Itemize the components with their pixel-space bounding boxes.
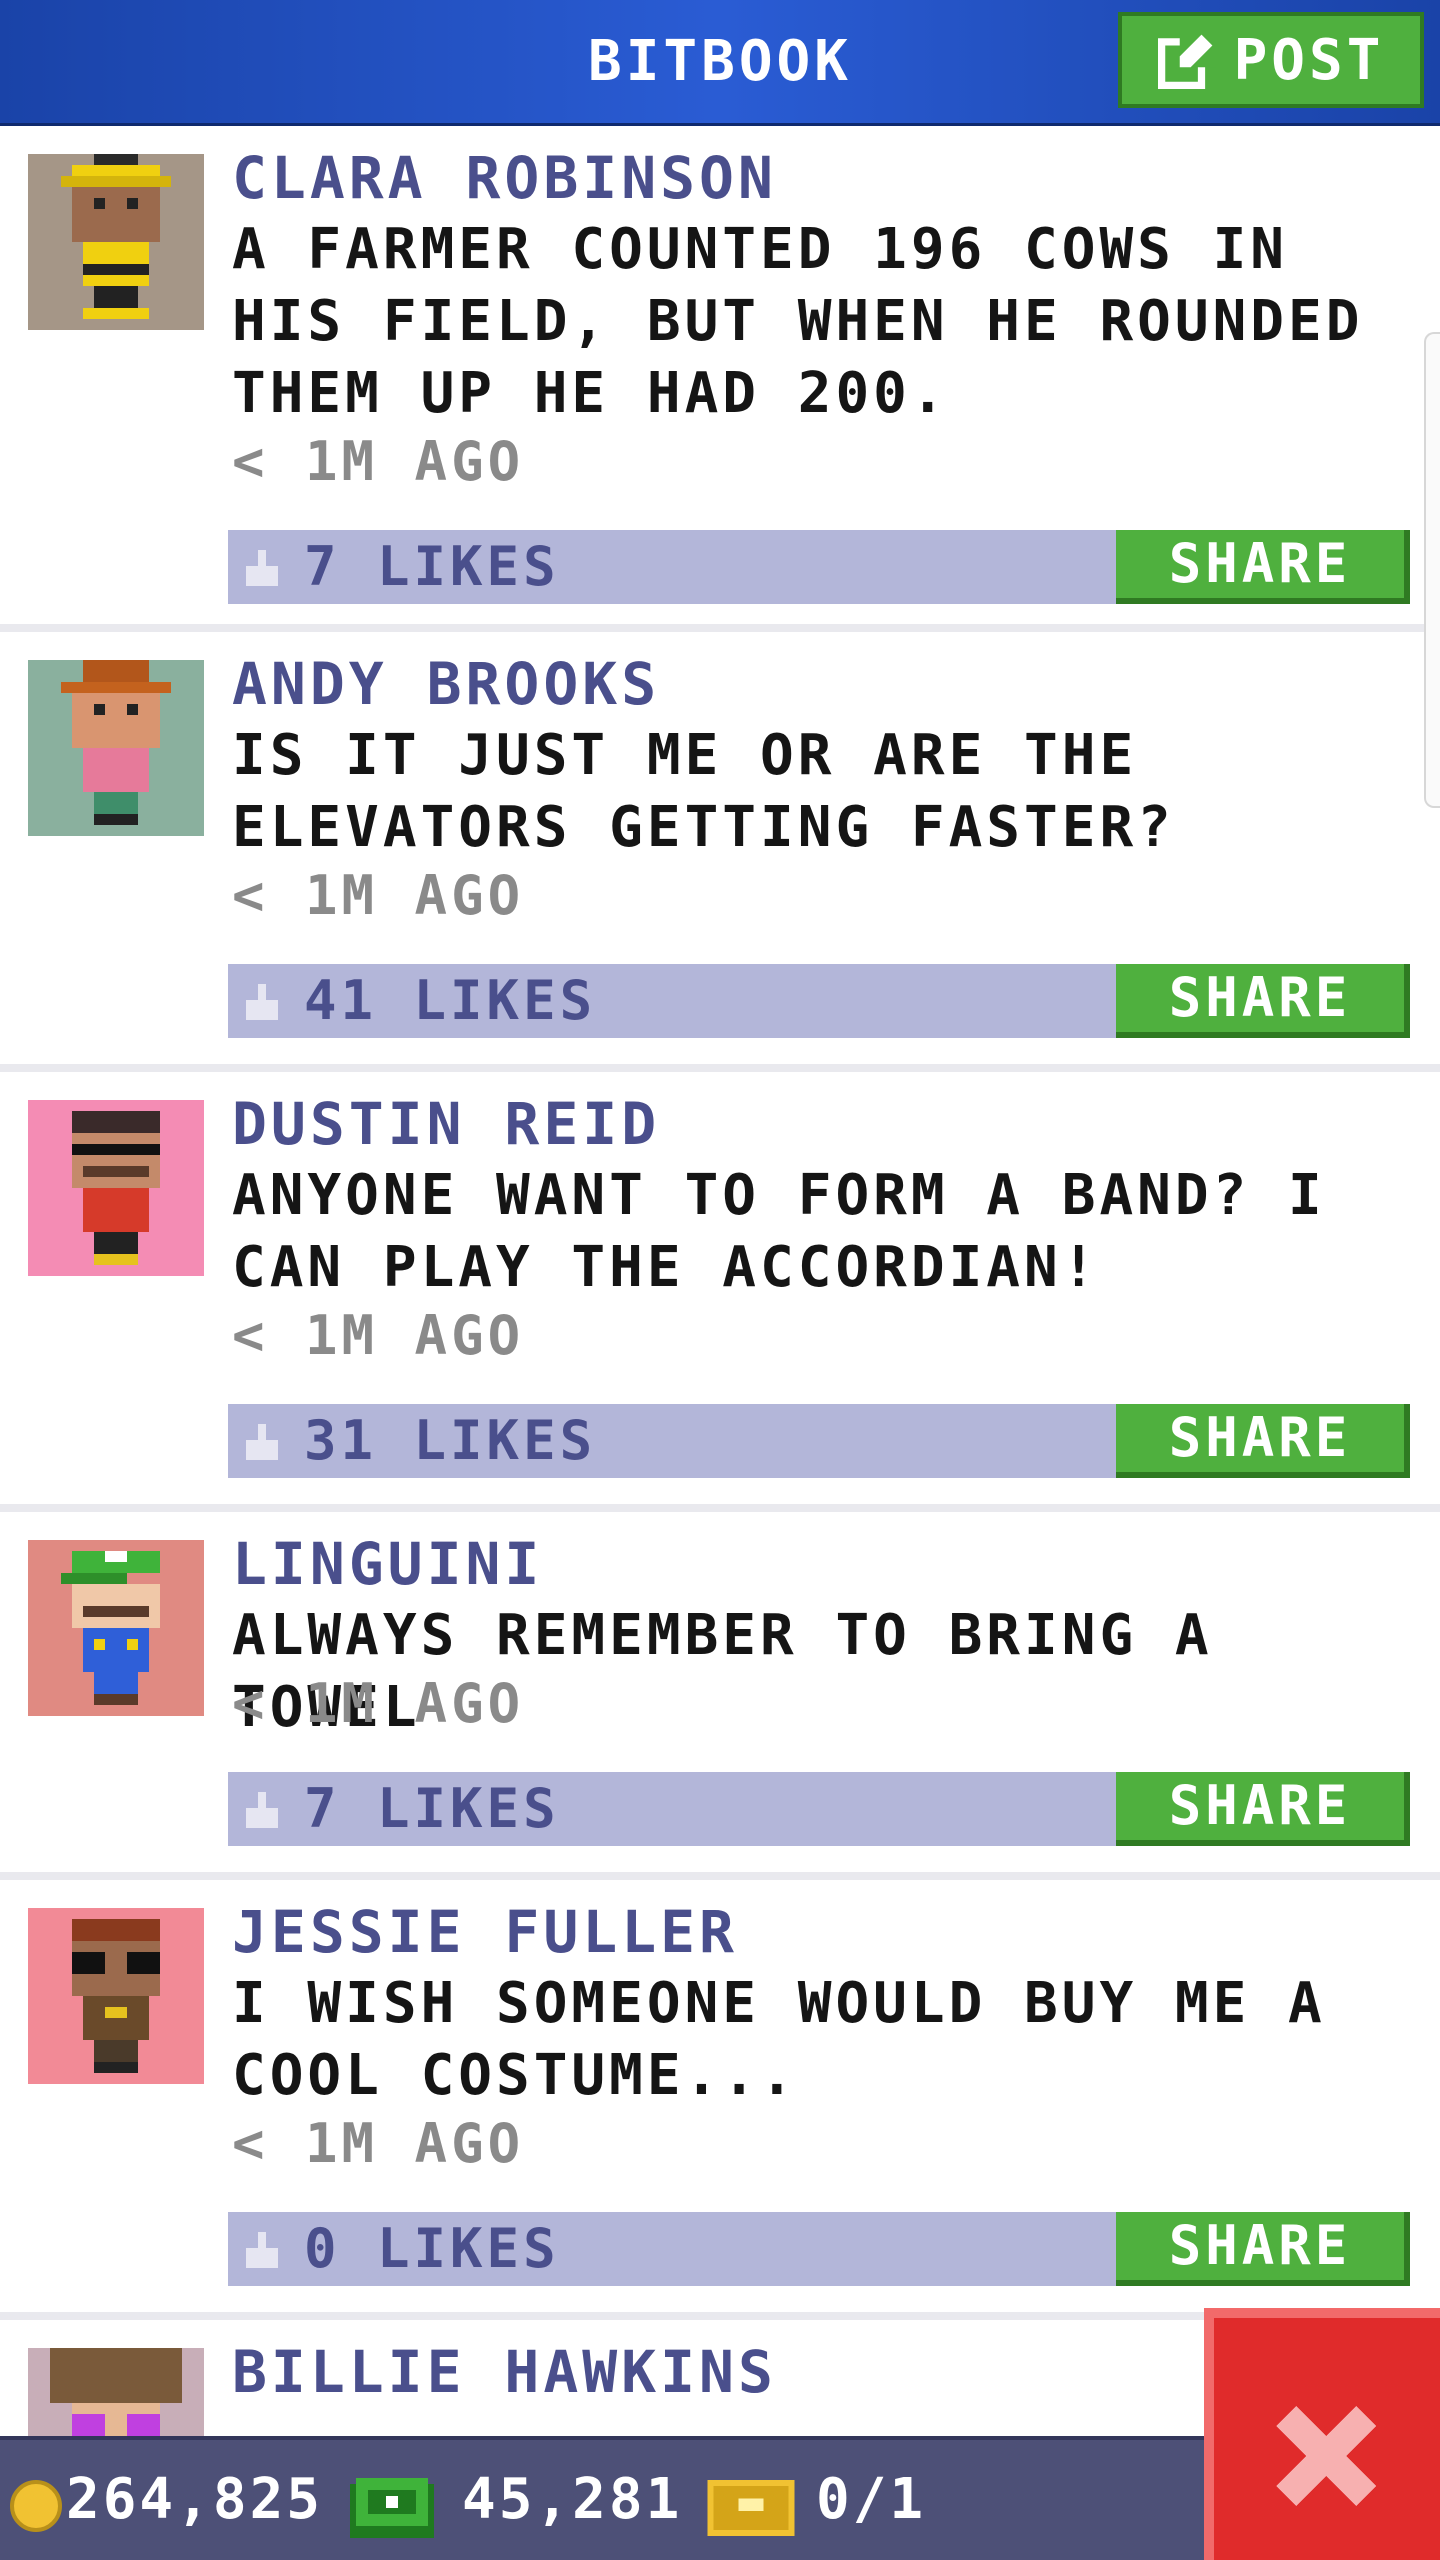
avatar <box>28 154 204 330</box>
ticket-icon <box>707 2480 795 2536</box>
likes-count: 41 LIKES <box>304 969 597 1032</box>
share-button[interactable]: SHARE <box>1116 1772 1410 1846</box>
like-icon[interactable] <box>242 984 282 1024</box>
post-timestamp: < 1M AGO <box>232 1672 525 1735</box>
likes-count: 0 LIKES <box>304 2217 560 2280</box>
post-message: A FARMER COUNTED 196 COWS IN HIS FIELD, … <box>232 217 1364 426</box>
feed-post: CLARA ROBINSON A FARMER COUNTED 196 COWS… <box>0 126 1440 632</box>
feed-post: JESSIE FULLER I WISH SOMEONE WOULD BUY M… <box>0 1880 1440 2320</box>
post-author-name[interactable]: DUSTIN REID <box>232 1090 660 1158</box>
bux-icon <box>350 2478 434 2538</box>
coin-icon <box>10 2480 62 2532</box>
share-button[interactable]: SHARE <box>1116 2212 1410 2286</box>
post-author-name[interactable]: JESSIE FULLER <box>232 1898 738 1966</box>
share-button[interactable]: SHARE <box>1116 1404 1410 1478</box>
post-timestamp: < 1M AGO <box>232 2112 525 2175</box>
bux-value: 45,281 <box>462 2467 683 2532</box>
share-button[interactable]: SHARE <box>1116 530 1410 604</box>
avatar <box>28 1540 204 1716</box>
feed-post: LINGUINI ALWAYS REMEMBER TO BRING A TOWE… <box>0 1512 1440 1880</box>
likes-count: 7 LIKES <box>304 535 560 598</box>
header-bar: BITBOOK POST <box>0 0 1440 126</box>
likes-bar: 7 LIKES SHARE <box>228 1772 1410 1846</box>
post-author-name[interactable]: ANDY BROOKS <box>232 650 660 718</box>
likes-count: 7 LIKES <box>304 1777 560 1840</box>
scrollbar[interactable] <box>1424 332 1440 808</box>
feed-list[interactable]: CLARA ROBINSON A FARMER COUNTED 196 COWS… <box>0 126 1440 2524</box>
likes-count: 31 LIKES <box>304 1409 597 1472</box>
post-button[interactable]: POST <box>1118 12 1424 108</box>
post-message: IS IT JUST ME OR ARE THE ELEVATORS GETTI… <box>232 723 1175 860</box>
avatar <box>28 660 204 836</box>
like-icon[interactable] <box>242 2232 282 2272</box>
feed-post: ANDY BROOKS IS IT JUST ME OR ARE THE ELE… <box>0 632 1440 1072</box>
tickets-value: 0/1 <box>816 2467 927 2532</box>
likes-bar: 31 LIKES SHARE <box>228 1404 1410 1478</box>
post-author-name[interactable]: BILLIE HAWKINS <box>232 2338 777 2406</box>
post-timestamp: < 1M AGO <box>232 430 525 493</box>
close-icon <box>1276 2406 1376 2506</box>
avatar <box>28 1100 204 1276</box>
feed-post: DUSTIN REID ANYONE WANT TO FORM A BAND? … <box>0 1072 1440 1512</box>
share-button[interactable]: SHARE <box>1116 964 1410 1038</box>
like-icon[interactable] <box>242 1792 282 1832</box>
avatar <box>28 1908 204 2084</box>
post-timestamp: < 1M AGO <box>232 1304 525 1367</box>
post-author-name[interactable]: LINGUINI <box>232 1530 543 1598</box>
edit-icon <box>1157 31 1216 89</box>
close-button[interactable] <box>1204 2308 1440 2560</box>
post-message: I WISH SOMEONE WOULD BUY ME A COOL COSTU… <box>232 1971 1326 2108</box>
coins-value: 264,825 <box>66 2467 324 2532</box>
likes-bar: 41 LIKES SHARE <box>228 964 1410 1038</box>
like-icon[interactable] <box>242 1424 282 1464</box>
post-message: ANYONE WANT TO FORM A BAND? I CAN PLAY T… <box>232 1163 1326 1300</box>
post-author-name[interactable]: CLARA ROBINSON <box>232 144 777 212</box>
post-button-label: POST <box>1233 27 1385 93</box>
likes-bar: 0 LIKES SHARE <box>228 2212 1410 2286</box>
post-timestamp: < 1M AGO <box>232 864 525 927</box>
likes-bar: 7 LIKES SHARE <box>228 530 1410 604</box>
like-icon[interactable] <box>242 550 282 590</box>
